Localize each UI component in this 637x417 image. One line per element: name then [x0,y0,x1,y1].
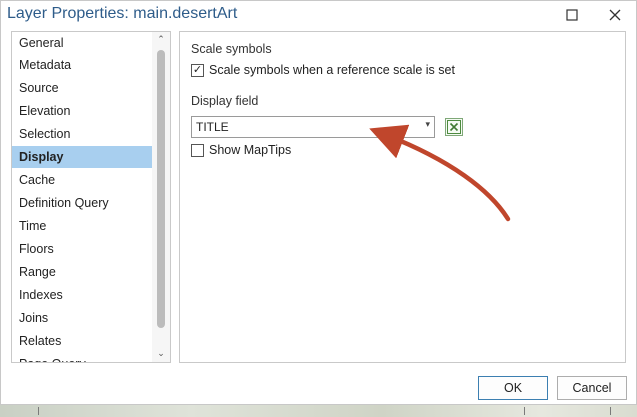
sidebar-item-source[interactable]: Source [12,77,152,99]
expression-x-icon[interactable] [445,118,463,136]
title-bar[interactable]: Layer Properties: main.desertArt [1,1,636,29]
sidebar-item-general[interactable]: General [12,32,152,54]
scroll-thumb[interactable] [157,50,165,328]
layer-properties-dialog: Layer Properties: main.desertArt General… [0,0,637,405]
sidebar-item-time[interactable]: Time [12,215,152,237]
sidebar-item-cache[interactable]: Cache [12,169,152,191]
show-maptips-label[interactable]: Show MapTips [209,143,291,157]
sidebar-item-elevation[interactable]: Elevation [12,100,152,122]
strip-tick [610,407,611,415]
sidebar-scrollbar[interactable]: ⌃ ⌄ [152,32,170,362]
scale-symbols-checkbox[interactable]: ✓ [191,64,204,77]
sidebar-item-joins[interactable]: Joins [12,307,152,329]
display-field-value: TITLE [196,120,229,134]
cancel-button[interactable]: Cancel [557,376,627,400]
scroll-down-icon[interactable]: ⌄ [152,346,170,360]
sidebar-item-floors[interactable]: Floors [12,238,152,260]
window-title: Layer Properties: main.desertArt [7,5,238,22]
scale-symbols-label[interactable]: Scale symbols when a reference scale is … [209,63,455,77]
ok-button[interactable]: OK [478,376,548,400]
sidebar-item-relates[interactable]: Relates [12,330,152,352]
sidebar-item-display[interactable]: Display [12,146,152,168]
scroll-up-icon[interactable]: ⌃ [152,32,170,46]
display-page: Scale symbols ✓ Scale symbols when a ref… [179,31,626,363]
sidebar-item-page-query[interactable]: Page Query [12,353,152,362]
strip-tick [38,407,39,415]
sidebar-item-definition-query[interactable]: Definition Query [12,192,152,214]
property-pages-list: General Metadata Source Elevation Select… [11,31,171,363]
maximize-icon[interactable] [561,4,583,26]
scale-symbols-heading: Scale symbols [191,42,272,56]
display-field-heading: Display field [191,94,259,108]
sidebar-item-metadata[interactable]: Metadata [12,54,152,76]
strip-tick [524,407,525,415]
chevron-down-icon: ▾ [425,119,430,129]
show-maptips-checkbox[interactable] [191,144,204,157]
display-field-dropdown[interactable]: TITLE ▾ [191,116,435,138]
map-background-strip [0,405,637,417]
sidebar-item-indexes[interactable]: Indexes [12,284,152,306]
close-icon[interactable] [604,4,626,26]
sidebar-item-range[interactable]: Range [12,261,152,283]
sidebar-item-selection[interactable]: Selection [12,123,152,145]
